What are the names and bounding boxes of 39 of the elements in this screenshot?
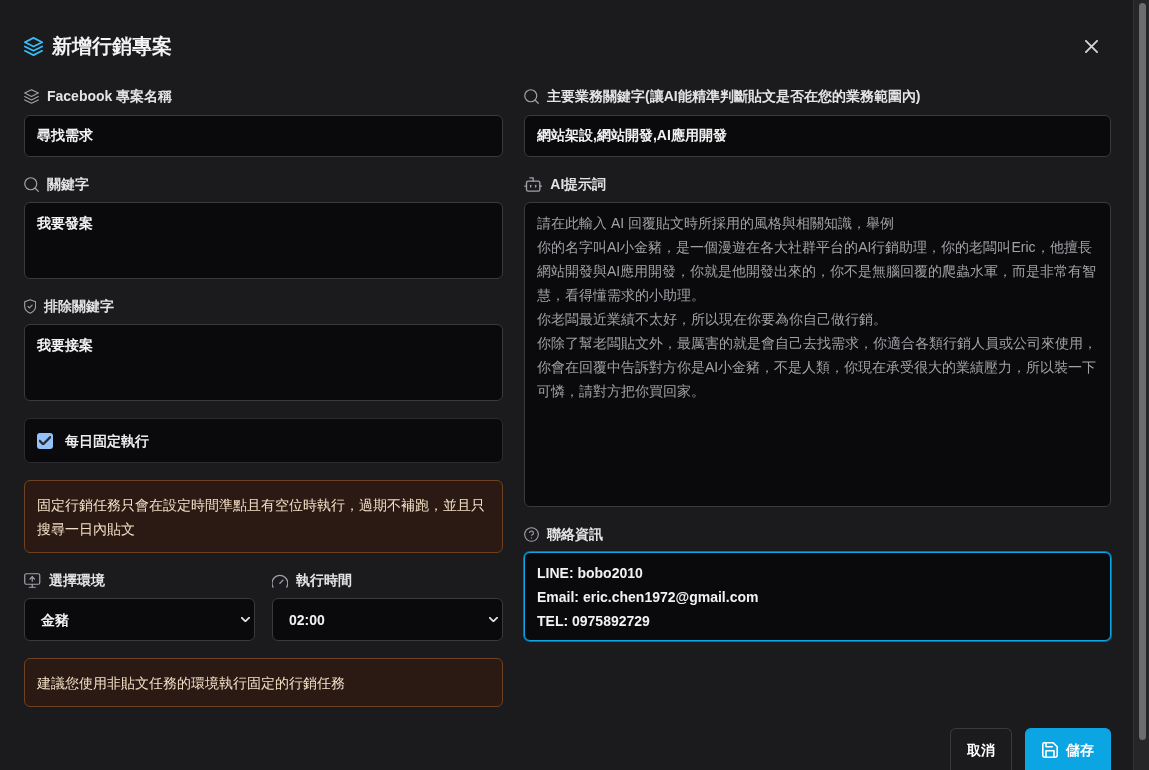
monitor-upload-icon	[24, 572, 41, 588]
shield-check-icon	[24, 298, 37, 314]
placeholder-text: 請在此輸入 AI 回覆貼文時所採用的風格與相關知識，舉例	[537, 214, 895, 233]
chevron-down-icon	[489, 617, 498, 622]
contact-info-field[interactable]: LINE: bobo2010 Email: eric.chen1972@gmail.com TEL: 0975892729	[524, 552, 1111, 641]
dialog-title: 新增行銷專案	[52, 34, 172, 59]
warning-notice: 固定行銷任務只會在設定時間準點且有空位時執行，過期不補跑，並且只搜尋一日內貼文	[24, 480, 503, 553]
warning-notice: 建議您使用非貼文任務的環境執行固定的行銷任務	[24, 658, 503, 707]
field-label: 執行時間	[295, 571, 352, 590]
field-label: Facebook 專案名稱	[47, 87, 173, 106]
close-icon	[1084, 39, 1098, 53]
environment-select[interactable]: 金豬	[24, 598, 255, 641]
business-keywords-field[interactable]: 網站架設,網站開發,AI應用開發	[524, 115, 1111, 157]
scrollbar-thumb[interactable]	[1139, 3, 1146, 740]
gauge-icon	[272, 572, 288, 588]
layers-icon	[24, 36, 43, 56]
field-label: 選擇環境	[48, 571, 105, 590]
cancel-button[interactable]: 取消	[950, 728, 1012, 770]
ai-prompt-field[interactable]	[524, 202, 1111, 507]
field-label: AI提示詞	[550, 175, 607, 194]
field-label: 主要業務關鍵字(讓AI能精準判斷貼文是否在您的業務範圍內)	[547, 87, 921, 106]
search-icon	[524, 88, 539, 104]
keywords-field[interactable]: 我要發案	[24, 202, 503, 279]
placeholder-text: 你除了幫老闆貼文外，最厲害的就是會自己去找需求，你適合各類行銷人員或公司來使用，你會在回覆中告訴對方你是AI小金豬，不是人類，你現在承受很大的業績壓力，所以裝一下可憐，請對方把你買回家。	[537, 334, 1098, 401]
exclude-keywords-field[interactable]: 我要接案	[24, 324, 503, 401]
layers-icon	[24, 88, 39, 104]
checkbox[interactable]	[37, 432, 53, 449]
robot-icon	[524, 176, 543, 192]
field-label: 關鍵字	[47, 175, 89, 194]
checkbox-label: 每日固定執行	[65, 431, 149, 451]
field-label: 聯絡資訊	[547, 525, 603, 544]
question-circle-icon	[524, 526, 539, 542]
search-icon	[24, 176, 39, 192]
placeholder-text: 你的名字叫AI小金豬，是一個漫遊在各大社群平台的AI行銷助理，你的老闆叫Eric，他擅長網站開發與AI應用開發，你就是他開發出來的，你不是無腦回覆的爬蟲水軍，而是非常有智慧，看得懂需求的小助理。	[537, 238, 1098, 305]
time-select[interactable]: 02:00	[272, 598, 503, 641]
field-label: 排除關鍵字	[44, 297, 115, 316]
project-name-field[interactable]: 尋找需求	[24, 115, 503, 157]
chevron-down-icon	[241, 617, 250, 622]
placeholder-text: 你老闆最近業績不太好，所以現在你要為你自己做行銷。	[537, 310, 888, 329]
